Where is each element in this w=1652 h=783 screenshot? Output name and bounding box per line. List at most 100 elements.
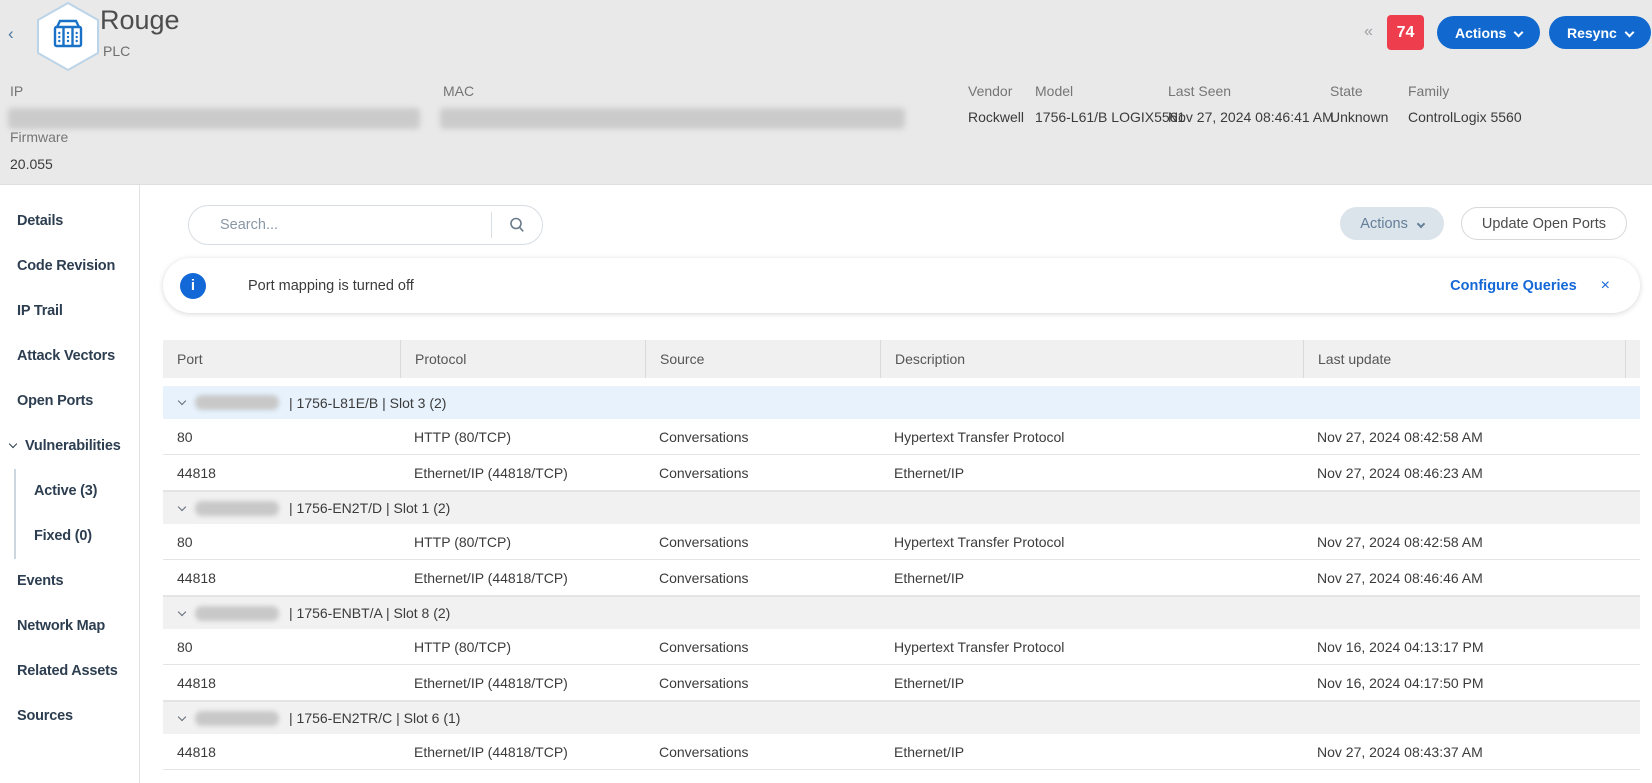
protocol-cell: HTTP (80/TCP)	[400, 429, 645, 445]
description-cell: Ethernet/IP	[880, 744, 1303, 760]
description-cell: Ethernet/IP	[880, 570, 1303, 586]
table-row[interactable]: 80 HTTP (80/TCP) Conversations Hypertext…	[163, 629, 1640, 665]
table-row[interactable]: 44818 Ethernet/IP (44818/TCP) Conversati…	[163, 560, 1640, 596]
description-cell: Hypertext Transfer Protocol	[880, 639, 1303, 655]
vulnerabilities-subitems: Active (3) Fixed (0)	[14, 469, 139, 559]
description-cell: Ethernet/IP	[880, 465, 1303, 481]
column-header-port[interactable]: Port	[163, 340, 400, 378]
port-cell: 44818	[163, 744, 400, 760]
actions-button-label: Actions	[1455, 25, 1506, 41]
mac-value-redacted	[440, 108, 905, 129]
sidebar-item-open-ports[interactable]: Open Ports	[0, 379, 139, 424]
redacted-device-name	[195, 501, 279, 516]
protocol-cell: Ethernet/IP (44818/TCP)	[400, 570, 645, 586]
search-box	[188, 205, 543, 245]
mac-label: MAC	[443, 83, 474, 99]
port-group-label: | 1756-EN2TR/C | Slot 6 (1)	[289, 710, 460, 726]
column-header-source[interactable]: Source	[645, 340, 880, 378]
collapse-panel-icon[interactable]: «	[1364, 23, 1373, 41]
source-cell: Conversations	[645, 465, 880, 481]
sidebar-item-events[interactable]: Events	[0, 559, 139, 604]
open-ports-table: Port Protocol Source Description Last up…	[163, 340, 1640, 770]
asset-type-label: PLC	[103, 43, 130, 59]
firmware-value: 20.055	[10, 156, 53, 172]
close-icon[interactable]: ×	[1601, 277, 1610, 295]
port-group-label: | 1756-EN2T/D | Slot 1 (2)	[289, 500, 450, 516]
chevron-down-icon[interactable]	[178, 397, 186, 405]
state-label: State	[1330, 83, 1363, 99]
description-cell: Ethernet/IP	[880, 675, 1303, 691]
source-cell: Conversations	[645, 675, 880, 691]
table-row[interactable]: 44818 Ethernet/IP (44818/TCP) Conversati…	[163, 665, 1640, 701]
last-update-cell: Nov 27, 2024 08:46:23 AM	[1303, 465, 1625, 481]
sidebar-item-code-revision[interactable]: Code Revision	[0, 244, 139, 289]
search-input[interactable]	[189, 217, 491, 233]
table-row[interactable]: 44818 Ethernet/IP (44818/TCP) Conversati…	[163, 734, 1640, 770]
table-actions-button[interactable]: Actions	[1340, 207, 1444, 240]
table-row[interactable]: 80 HTTP (80/TCP) Conversations Hypertext…	[163, 419, 1640, 455]
model-value: 1756-L61/B LOGIX5561	[1035, 109, 1185, 125]
protocol-cell: Ethernet/IP (44818/TCP)	[400, 744, 645, 760]
port-cell: 44818	[163, 570, 400, 586]
sidebar-item-vulnerabilities[interactable]: Vulnerabilities	[0, 424, 139, 469]
family-value: ControlLogix 5560	[1408, 109, 1522, 125]
back-chevron-icon[interactable]: ‹	[8, 24, 14, 44]
chevron-down-icon[interactable]	[178, 712, 186, 720]
configure-queries-link[interactable]: Configure Queries	[1450, 278, 1577, 294]
open-ports-panel: Actions Update Open Ports i Port mapping…	[140, 185, 1652, 783]
sidebar-item-attack-vectors[interactable]: Attack Vectors	[0, 334, 139, 379]
update-open-ports-button[interactable]: Update Open Ports	[1461, 207, 1627, 240]
port-group-header[interactable]: | 1756-L81E/B | Slot 3 (2)	[163, 386, 1640, 419]
column-header-spacer	[1625, 340, 1640, 378]
port-group-header[interactable]: | 1756-EN2T/D | Slot 1 (2)	[163, 491, 1640, 524]
port-group-header[interactable]: | 1756-EN2TR/C | Slot 6 (1)	[163, 701, 1640, 734]
last-seen-label: Last Seen	[1168, 83, 1231, 99]
table-toolbar: Actions Update Open Ports	[1340, 207, 1627, 240]
table-row[interactable]: 44818 Ethernet/IP (44818/TCP) Conversati…	[163, 455, 1640, 491]
column-header-protocol[interactable]: Protocol	[400, 340, 645, 378]
actions-button[interactable]: Actions	[1437, 16, 1540, 49]
resync-button[interactable]: Resync	[1549, 16, 1651, 49]
sidebar-item-vuln-active[interactable]: Active (3)	[16, 469, 139, 514]
risk-score-badge[interactable]: 74	[1387, 15, 1424, 50]
last-update-cell: Nov 27, 2024 08:42:58 AM	[1303, 534, 1625, 550]
redacted-device-name	[195, 395, 279, 410]
sidebar-item-label: Vulnerabilities	[25, 438, 121, 454]
ip-label: IP	[10, 83, 23, 99]
chevron-down-icon	[1417, 219, 1425, 227]
protocol-cell: Ethernet/IP (44818/TCP)	[400, 465, 645, 481]
chevron-down-icon[interactable]	[178, 607, 186, 615]
protocol-cell: Ethernet/IP (44818/TCP)	[400, 675, 645, 691]
vendor-value: Rockwell	[968, 109, 1024, 125]
description-cell: Hypertext Transfer Protocol	[880, 429, 1303, 445]
last-update-cell: Nov 16, 2024 04:13:17 PM	[1303, 639, 1625, 655]
sidebar-item-network-map[interactable]: Network Map	[0, 604, 139, 649]
chevron-down-icon[interactable]	[178, 502, 186, 510]
source-cell: Conversations	[645, 639, 880, 655]
asset-detail-page: ‹ Rouge PLC « 74 Actions	[0, 0, 1652, 783]
protocol-cell: HTTP (80/TCP)	[400, 639, 645, 655]
plc-hexagon-icon	[33, 0, 103, 78]
ip-value-redacted	[8, 108, 420, 129]
chevron-down-icon	[1624, 28, 1634, 38]
port-cell: 44818	[163, 675, 400, 691]
last-update-cell: Nov 16, 2024 04:17:50 PM	[1303, 675, 1625, 691]
port-group-header[interactable]: | 1756-ENBT/A | Slot 8 (2)	[163, 596, 1640, 629]
redacted-device-name	[195, 606, 279, 621]
last-update-cell: Nov 27, 2024 08:43:37 AM	[1303, 744, 1625, 760]
table-row[interactable]: 80 HTTP (80/TCP) Conversations Hypertext…	[163, 524, 1640, 560]
column-header-last-update[interactable]: Last update	[1303, 340, 1625, 378]
model-label: Model	[1035, 83, 1073, 99]
sidebar-item-ip-trail[interactable]: IP Trail	[0, 289, 139, 334]
description-cell: Hypertext Transfer Protocol	[880, 534, 1303, 550]
sidebar-item-sources[interactable]: Sources	[0, 694, 139, 739]
source-cell: Conversations	[645, 429, 880, 445]
search-icon[interactable]	[492, 206, 542, 244]
asset-header: ‹ Rouge PLC « 74 Actions	[0, 0, 1652, 185]
sidebar-item-related-assets[interactable]: Related Assets	[0, 649, 139, 694]
sidebar-item-details[interactable]: Details	[0, 199, 139, 244]
table-header-row: Port Protocol Source Description Last up…	[163, 340, 1640, 378]
page-title: Rouge	[100, 5, 180, 36]
column-header-description[interactable]: Description	[880, 340, 1303, 378]
sidebar-item-vuln-fixed[interactable]: Fixed (0)	[16, 514, 139, 559]
